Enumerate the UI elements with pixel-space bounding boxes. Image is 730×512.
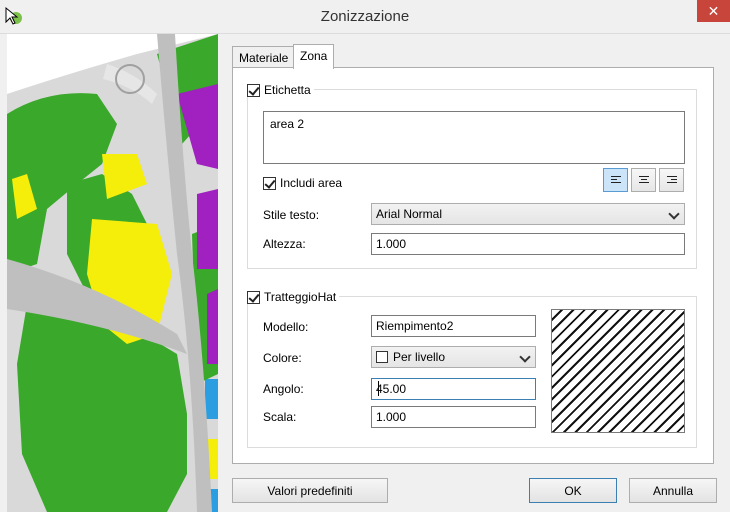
includi-area-checkbox[interactable] xyxy=(263,176,276,190)
map-illustration xyxy=(7,34,218,512)
colore-label: Colore: xyxy=(263,351,302,365)
includi-area-option: Includi area xyxy=(263,176,342,190)
colore-select[interactable]: Per livello xyxy=(371,346,536,368)
tratteggio-legend: TratteggioHat xyxy=(244,290,340,304)
title-bar: Zonizzazione ✕ xyxy=(0,0,730,34)
close-icon: ✕ xyxy=(707,3,720,19)
altezza-label: Altezza: xyxy=(263,237,306,251)
angolo-label: Angolo: xyxy=(263,382,304,396)
close-button[interactable]: ✕ xyxy=(697,0,730,22)
align-right-icon xyxy=(667,176,677,185)
align-left-icon xyxy=(611,176,621,185)
angolo-input[interactable]: 45.00 xyxy=(371,378,536,400)
tab-zona[interactable]: Zona xyxy=(293,44,335,69)
align-left-button[interactable] xyxy=(603,168,628,192)
ok-button[interactable]: OK xyxy=(529,478,617,503)
etichetta-label: Etichetta xyxy=(264,83,311,97)
window-title: Zonizzazione xyxy=(320,8,410,25)
valori-predefiniti-button[interactable]: Valori predefiniti xyxy=(232,478,388,503)
align-right-button[interactable] xyxy=(659,168,684,192)
altezza-input[interactable]: 1.000 xyxy=(371,233,685,255)
modello-input[interactable]: Riempimento2 xyxy=(371,315,536,337)
color-swatch xyxy=(376,351,388,363)
stile-testo-select[interactable]: Arial Normal xyxy=(371,203,685,225)
tab-materiale[interactable]: Materiale xyxy=(232,46,296,68)
hatch-pattern-preview xyxy=(551,309,685,433)
stile-testo-label: Stile testo: xyxy=(263,208,320,222)
scala-input[interactable]: 1.000 xyxy=(371,406,536,428)
zone-map-preview xyxy=(7,34,218,512)
align-center-icon xyxy=(639,176,649,185)
stile-testo-value: Arial Normal xyxy=(376,207,443,221)
etichetta-legend: Etichetta xyxy=(244,83,314,97)
text-caret xyxy=(378,381,379,396)
colore-value: Per livello xyxy=(393,350,446,364)
chevron-down-icon xyxy=(519,351,531,363)
includi-area-label: Includi area xyxy=(280,176,343,190)
etichetta-checkbox[interactable] xyxy=(247,83,260,97)
tratteggio-label: TratteggioHat xyxy=(264,290,337,304)
etichetta-text-area[interactable]: area 2 xyxy=(263,111,685,164)
tratteggio-checkbox[interactable] xyxy=(247,290,260,304)
chevron-down-icon xyxy=(668,208,680,220)
modello-label: Modello: xyxy=(263,320,309,334)
align-center-button[interactable] xyxy=(631,168,656,192)
scala-label: Scala: xyxy=(263,410,297,424)
annulla-button[interactable]: Annulla xyxy=(629,478,717,503)
